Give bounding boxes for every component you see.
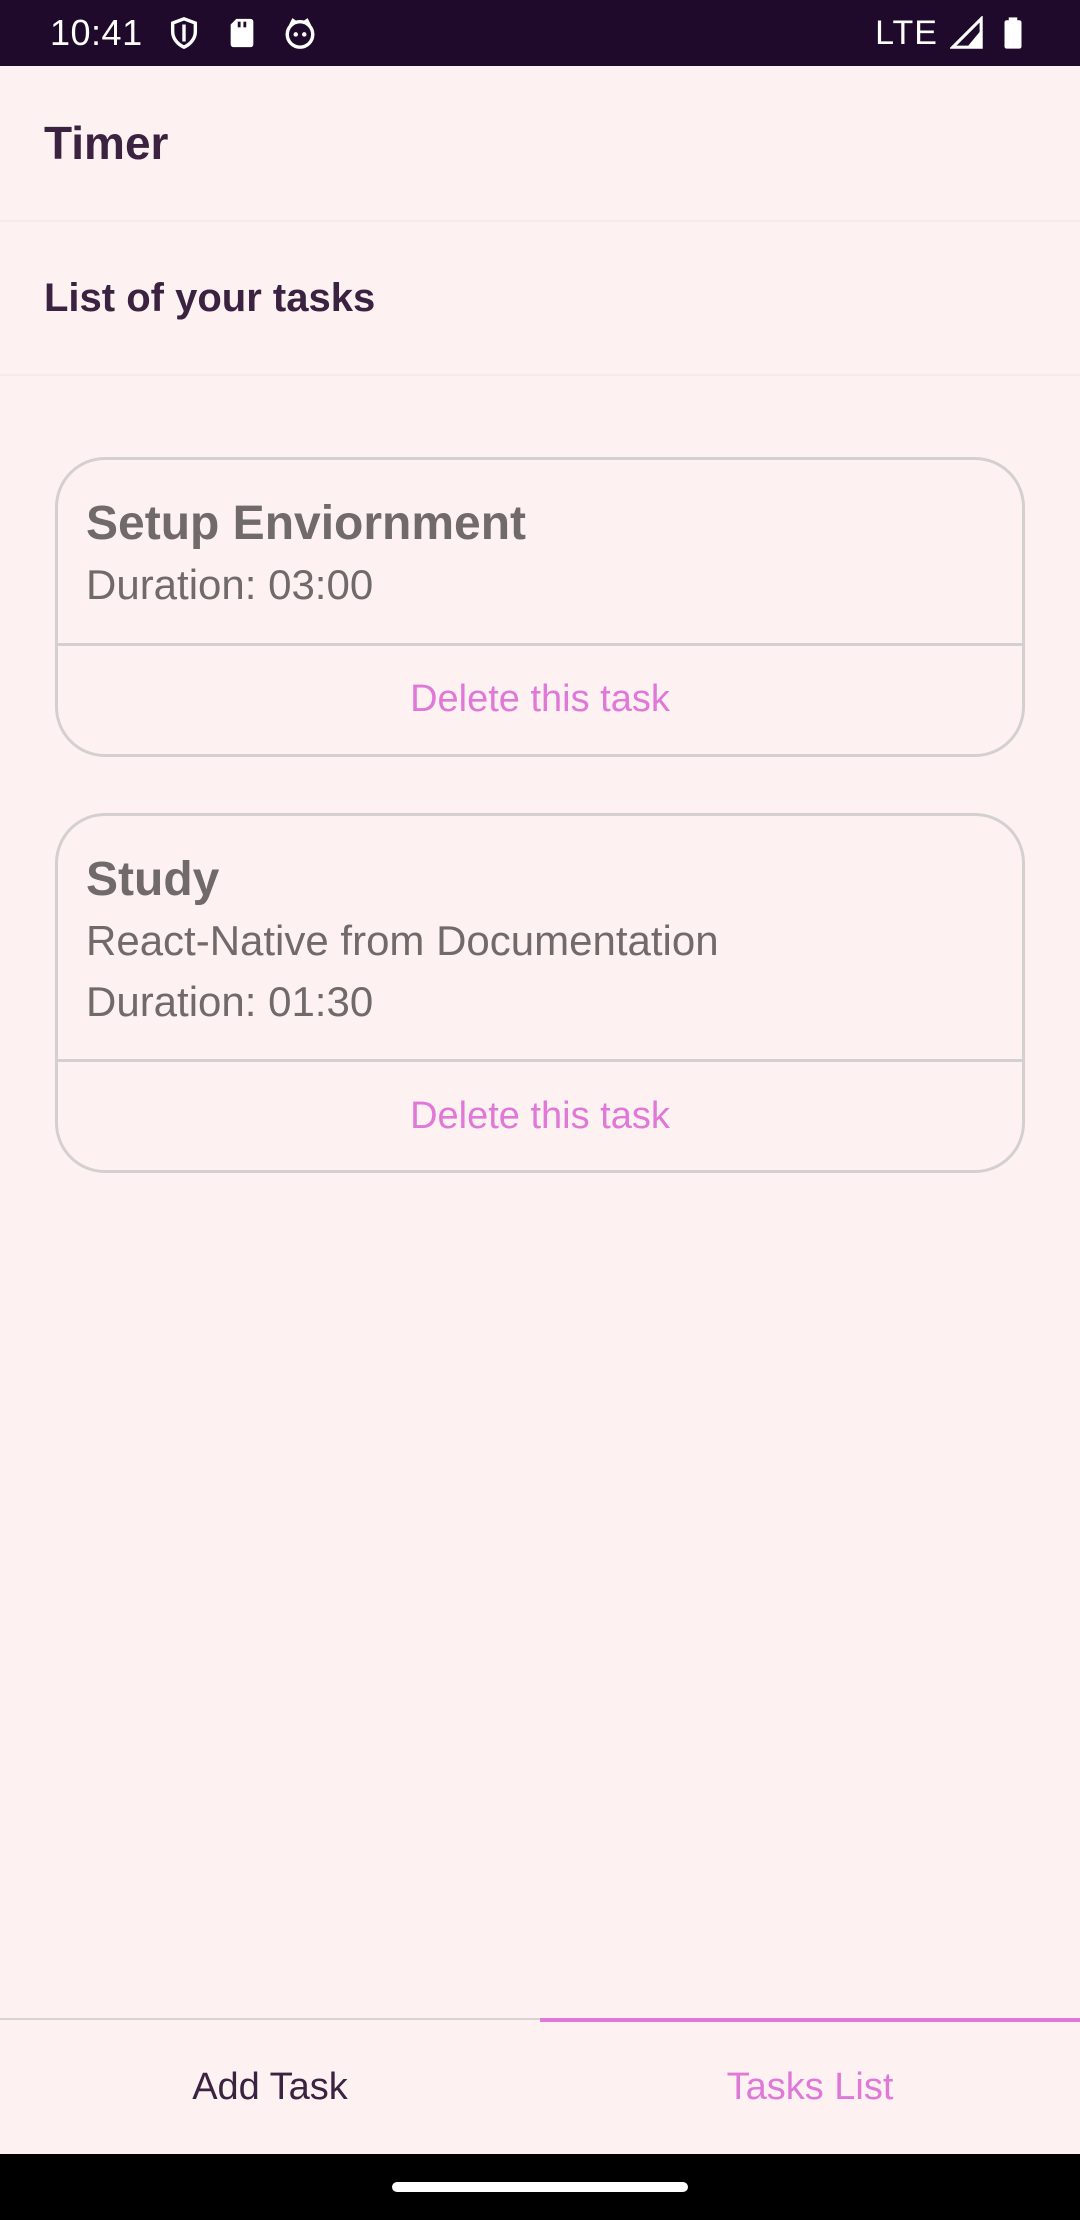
section-title: List of your tasks — [44, 275, 376, 320]
tab-add-task-label: Add Task — [192, 2065, 348, 2108]
app-header: Timer — [0, 66, 1080, 222]
signal-icon — [950, 16, 983, 49]
delete-task-button[interactable]: Delete this task — [58, 1062, 1022, 1170]
active-tab-indicator — [540, 2018, 1080, 2022]
section-header: List of your tasks — [0, 222, 1080, 376]
task-card: Study React-Native from Documentation Du… — [55, 812, 1025, 1174]
task-duration: Duration: 01:30 — [86, 977, 374, 1025]
task-body: Study React-Native from Documentation Du… — [58, 816, 1022, 1063]
task-card: Setup Enviornment Duration: 03:00 Delete… — [55, 457, 1025, 757]
tab-add-task[interactable]: Add Task — [0, 2020, 540, 2154]
bottom-tab-bar: Add Task Tasks List — [0, 2018, 1080, 2154]
task-description: React-Native from Documentation — [86, 916, 719, 964]
home-gesture-handle[interactable] — [392, 2182, 688, 2192]
status-left: 10:41 — [50, 12, 317, 54]
delete-task-button[interactable]: Delete this task — [58, 646, 1022, 754]
task-title: Study — [86, 852, 220, 906]
task-title: Setup Enviornment — [86, 497, 527, 550]
battery-icon — [1004, 17, 1022, 49]
app-root: 10:41 LTE Timer List of your tasks Setup… — [0, 0, 1080, 2220]
face-icon — [285, 18, 315, 49]
tab-tasks-list[interactable]: Tasks List — [540, 2018, 1080, 2154]
sd-card-icon — [230, 18, 253, 48]
app-title: Timer — [44, 117, 169, 169]
task-duration: Duration: 03:00 — [86, 561, 374, 608]
system-nav-bar — [0, 2154, 1080, 2220]
network-type: LTE — [875, 13, 938, 52]
shield-icon — [170, 17, 197, 50]
status-right: LTE — [875, 14, 1030, 53]
status-time: 10:41 — [50, 12, 143, 53]
tab-tasks-list-label: Tasks List — [726, 2065, 894, 2108]
task-list: Setup Enviornment Duration: 03:00 Delete… — [55, 457, 1025, 1229]
status-bar: 10:41 LTE — [0, 0, 1080, 66]
task-body: Setup Enviornment Duration: 03:00 — [58, 460, 1022, 646]
